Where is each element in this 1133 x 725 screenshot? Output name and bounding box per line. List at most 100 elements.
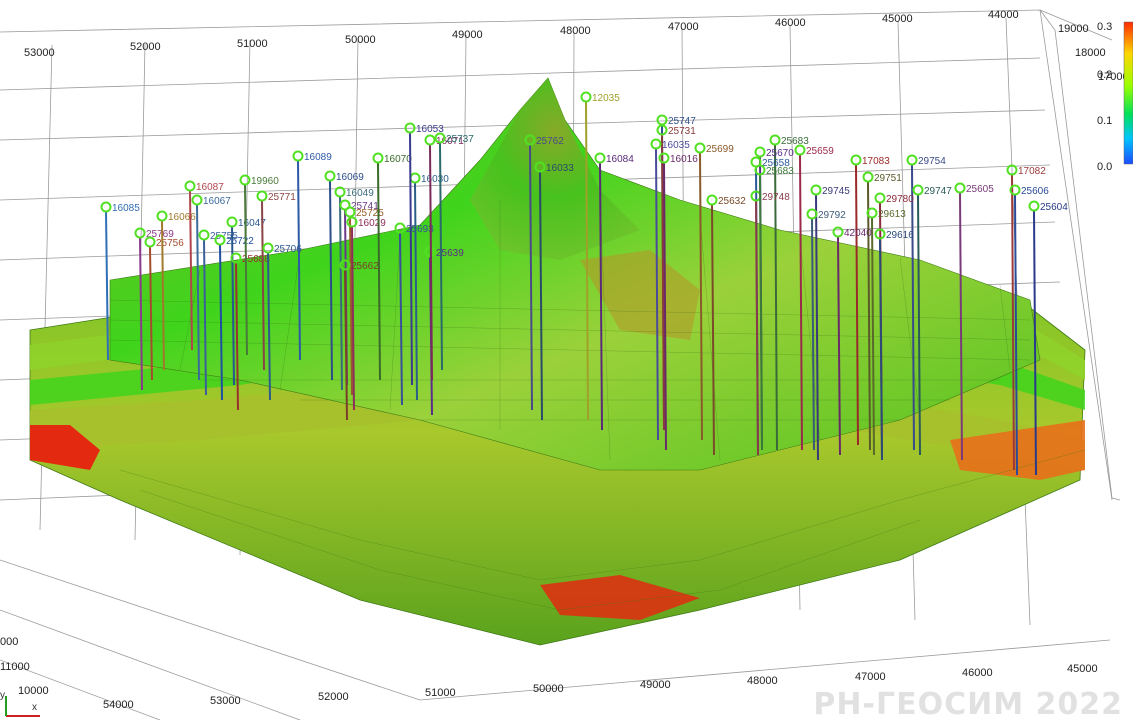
well-label: 25722 xyxy=(226,236,254,247)
well-head-icon[interactable] xyxy=(292,150,304,162)
well-head-icon[interactable] xyxy=(226,216,238,228)
well-label: 29792 xyxy=(818,210,846,221)
front-tick: 45000 xyxy=(1067,663,1098,675)
well-head-icon[interactable] xyxy=(862,171,874,183)
left-tick: 11000 xyxy=(0,661,30,673)
well-head-icon[interactable] xyxy=(754,146,766,158)
well-label: 16089 xyxy=(304,152,332,163)
3d-viewport[interactable]: 16085 25769 25756 16066 16087 16067 25755 25722… xyxy=(0,0,1133,722)
front-tick: 48000 xyxy=(747,675,778,687)
well-label: 25771 xyxy=(268,192,296,203)
well-head-icon[interactable] xyxy=(912,184,924,196)
well-head-icon[interactable] xyxy=(706,194,718,206)
well-label: 17082 xyxy=(1018,166,1046,177)
well-head-icon[interactable] xyxy=(850,154,862,166)
well-head-icon[interactable] xyxy=(580,91,592,103)
top-tick: 49000 xyxy=(452,29,483,41)
front-tick: 46000 xyxy=(962,667,993,679)
well-label: 29751 xyxy=(874,173,902,184)
well-head-icon[interactable] xyxy=(656,114,668,126)
well-label: 25683 xyxy=(766,166,794,177)
colorbar-label: 0.3 xyxy=(1097,21,1112,33)
well-label: 25606 xyxy=(1021,186,1049,197)
well-head-icon[interactable] xyxy=(324,170,336,182)
color-legend: 0.3 0.2 0.1 0.0 xyxy=(1097,21,1133,173)
well-label: 16033 xyxy=(546,163,574,174)
watermark: РН-ГЕОСИМ 2022 xyxy=(813,687,1123,722)
top-axis: 53000 52000 51000 50000 49000 48000 4700… xyxy=(24,9,1019,59)
well-label: 25632 xyxy=(718,196,746,207)
well-head-icon[interactable] xyxy=(191,194,203,206)
well-head-icon[interactable] xyxy=(198,229,210,241)
well-head-icon[interactable] xyxy=(239,174,251,186)
well-head-icon[interactable] xyxy=(100,201,112,213)
well-head-icon[interactable] xyxy=(594,152,606,164)
well-head-icon[interactable] xyxy=(1028,200,1040,212)
colorbar-label: 0.2 xyxy=(1097,69,1112,81)
well-label: 16053 xyxy=(416,124,444,135)
gizmo-y-label: y xyxy=(0,690,5,701)
well-label: 16087 xyxy=(196,182,224,193)
well-label: 12035 xyxy=(592,93,620,104)
well-label: 16029 xyxy=(358,218,386,229)
well-head-icon[interactable] xyxy=(810,184,822,196)
well-label: 16066 xyxy=(168,212,196,223)
well-label: 16049 xyxy=(346,188,374,199)
front-tick: 53000 xyxy=(210,695,241,707)
well-label: 29745 xyxy=(822,186,850,197)
colorbar-label: 0.0 xyxy=(1097,161,1112,173)
colorbar-gradient xyxy=(1123,21,1133,165)
well-label: 29616 xyxy=(886,230,914,241)
well-label: 25706 xyxy=(274,244,302,255)
well-label: 16085 xyxy=(112,203,140,214)
well-label: 25662 xyxy=(351,261,379,272)
well-label: 25604 xyxy=(1040,202,1068,213)
well-head-icon[interactable] xyxy=(256,190,268,202)
well-head-icon[interactable] xyxy=(184,180,196,192)
well-label: 29613 xyxy=(878,209,906,220)
well-label: 16030 xyxy=(421,174,449,185)
axis-orientation-gizmo: x y xyxy=(0,690,46,720)
well-head-icon[interactable] xyxy=(156,210,168,222)
well-head-icon[interactable] xyxy=(262,242,274,254)
well-label: 25659 xyxy=(806,146,834,157)
top-tick: 46000 xyxy=(775,17,806,29)
gizmo-x-label: x xyxy=(32,702,37,713)
well-label: 25699 xyxy=(706,144,734,155)
well-label: 25737 xyxy=(446,134,474,145)
well-head-icon[interactable] xyxy=(694,142,706,154)
well-head-icon[interactable] xyxy=(906,154,918,166)
top-tick: 47000 xyxy=(668,21,699,33)
well-label: 16067 xyxy=(203,196,231,207)
well-label: 29747 xyxy=(924,186,952,197)
well-label: 25762 xyxy=(536,136,564,147)
well-head-icon[interactable] xyxy=(832,226,844,238)
top-tick: 51000 xyxy=(237,38,268,50)
well-head-icon[interactable] xyxy=(650,138,662,150)
well-head-icon[interactable] xyxy=(658,152,670,164)
well-head-icon[interactable] xyxy=(409,172,421,184)
left-tick: 000 xyxy=(0,636,18,648)
top-tick: 52000 xyxy=(130,41,161,53)
left-axis: 000 11000 10000 xyxy=(0,636,49,697)
well-head-icon[interactable] xyxy=(769,134,781,146)
front-tick: 49000 xyxy=(640,679,671,691)
front-tick: 51000 xyxy=(425,687,456,699)
top-tick: 44000 xyxy=(988,9,1019,21)
well-head-icon[interactable] xyxy=(424,134,436,146)
well-label: 17083 xyxy=(862,156,890,167)
top-tick: 48000 xyxy=(560,25,591,37)
well-head-icon[interactable] xyxy=(954,182,966,194)
well-label: 25756 xyxy=(156,238,184,249)
well-head-icon[interactable] xyxy=(344,206,356,218)
well-head-icon[interactable] xyxy=(372,152,384,164)
well-label: 19960 xyxy=(251,176,279,187)
well-head-icon[interactable] xyxy=(134,227,146,239)
front-tick: 50000 xyxy=(533,683,564,695)
top-tick: 50000 xyxy=(345,34,376,46)
well-label: 29754 xyxy=(918,156,946,167)
reservoir-3d-scene[interactable]: 1608525769257561606616087160672575525722… xyxy=(0,0,1133,720)
well-label: 42040 xyxy=(844,228,872,239)
well-head-icon[interactable] xyxy=(874,192,886,204)
right-tick: 19000 xyxy=(1058,23,1089,35)
